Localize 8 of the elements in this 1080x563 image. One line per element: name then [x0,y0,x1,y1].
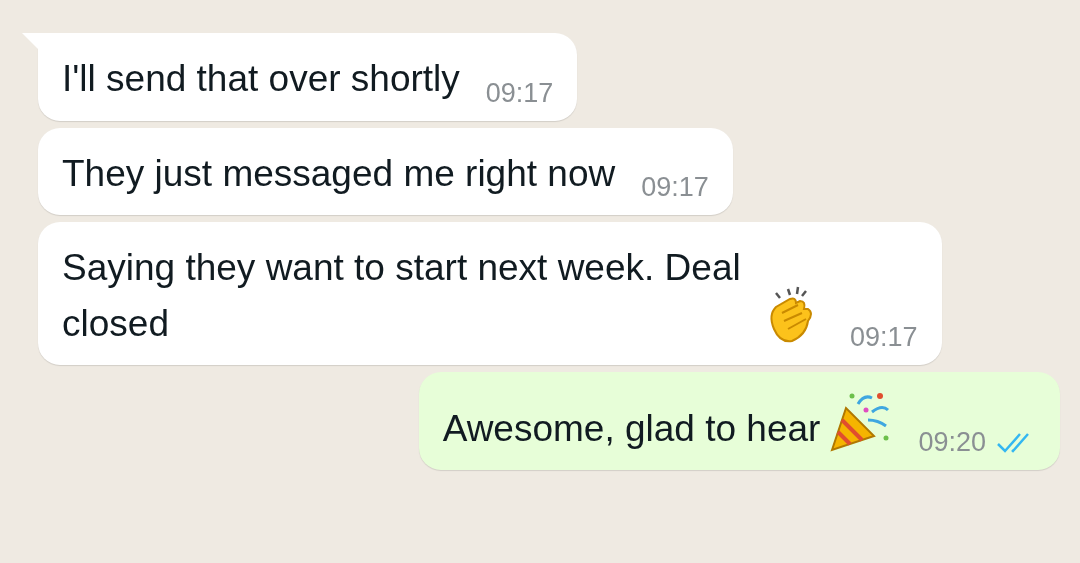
message-time: 09:17 [485,77,554,109]
message-text: I'll send that over shortly [62,57,460,101]
message-time: 09:17 [850,322,918,353]
message-text: Saying they want to start next week. Deal closed [62,246,742,346]
message-text: Awesome, glad to hear [442,406,821,451]
message-text: They just messaged me right now [62,151,616,196]
message-time: 09:20 [918,427,986,458]
message-time: 09:17 [641,172,709,203]
